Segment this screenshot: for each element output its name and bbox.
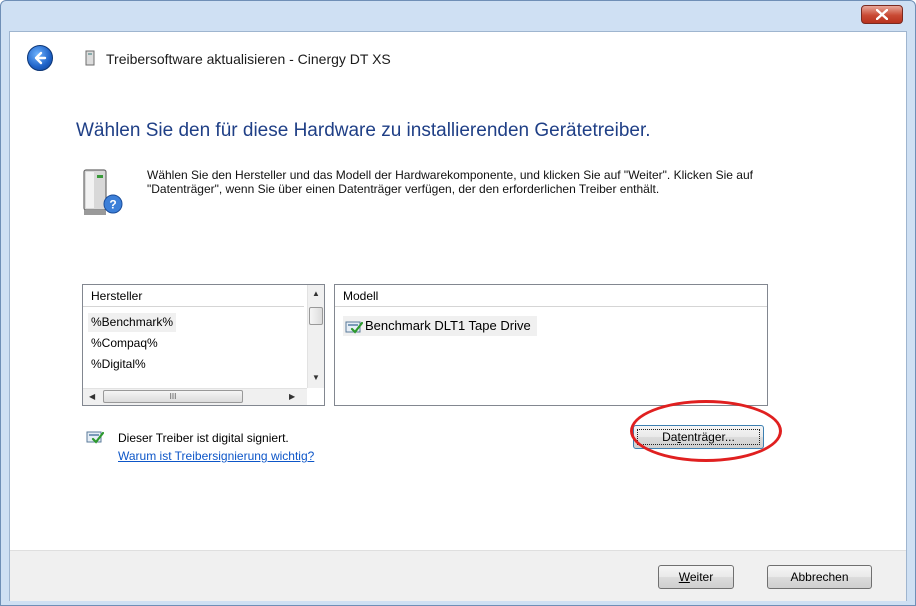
- driver-signing-link[interactable]: Warum ist Treibersignierung wichtig?: [118, 449, 314, 463]
- scroll-right-icon[interactable]: ▶: [289, 392, 295, 402]
- vertical-scroll-thumb[interactable]: [309, 307, 323, 325]
- horizontal-scroll-thumb[interactable]: III: [103, 390, 243, 403]
- signature-status: Dieser Treiber ist digital signiert.: [118, 431, 289, 445]
- list-item[interactable]: Benchmark DLT1 Tape Drive: [343, 316, 537, 336]
- model-item-label: Benchmark DLT1 Tape Drive: [365, 318, 531, 333]
- driver-update-window: Treibersoftware aktualisieren - Cinergy …: [0, 0, 916, 606]
- cancel-button[interactable]: Abbrechen: [767, 565, 872, 589]
- list-item[interactable]: %Compaq%: [88, 334, 161, 353]
- manufacturer-column-header[interactable]: Hersteller: [83, 285, 304, 307]
- close-button[interactable]: [861, 5, 903, 24]
- horizontal-scrollbar[interactable]: ◀ III ▶: [83, 388, 307, 405]
- have-disk-button[interactable]: Datenträger...: [633, 425, 764, 449]
- hardware-help-icon: ?: [83, 169, 123, 215]
- title-bar: [1, 1, 915, 31]
- svg-text:?: ?: [109, 198, 116, 212]
- manufacturer-list[interactable]: Hersteller %Benchmark% %Compaq% %Digital…: [82, 284, 325, 406]
- next-button[interactable]: Weiter: [658, 565, 734, 589]
- model-list[interactable]: Modell Benchmark DLT1 Tape Drive: [334, 284, 768, 406]
- vertical-scrollbar[interactable]: ▲ ▼: [307, 285, 324, 388]
- scroll-left-icon[interactable]: ◀: [89, 392, 95, 402]
- model-column-header[interactable]: Modell: [335, 285, 767, 307]
- window-title: Treibersoftware aktualisieren - Cinergy …: [106, 51, 391, 67]
- signed-driver-icon: [345, 321, 363, 334]
- wizard-content: Treibersoftware aktualisieren - Cinergy …: [9, 31, 907, 601]
- scroll-up-icon[interactable]: ▲: [312, 289, 320, 299]
- list-item[interactable]: %Benchmark%: [88, 313, 177, 332]
- page-heading: Wählen Sie den für diese Hardware zu ins…: [76, 120, 651, 141]
- device-icon: [85, 50, 95, 66]
- instruction-text: Wählen Sie den Hersteller und das Modell…: [147, 168, 753, 196]
- focus-rectangle: [637, 429, 760, 445]
- list-item[interactable]: %Digital%: [88, 355, 149, 374]
- signed-driver-icon: [86, 431, 104, 444]
- back-button[interactable]: [27, 45, 53, 71]
- scroll-down-icon[interactable]: ▼: [312, 373, 320, 383]
- back-arrow-icon: [34, 51, 47, 65]
- close-icon: [876, 9, 888, 20]
